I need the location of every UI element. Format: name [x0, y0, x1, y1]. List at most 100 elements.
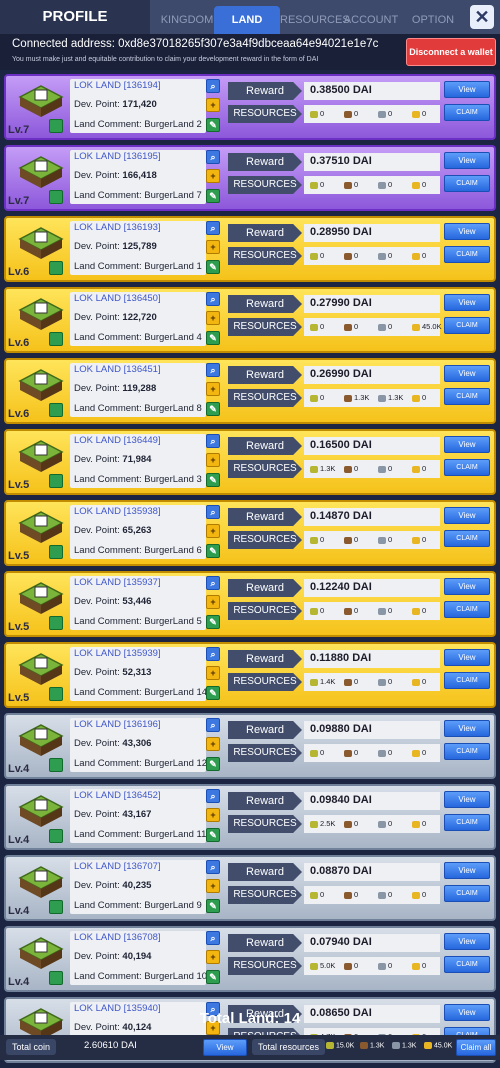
- view-button[interactable]: View: [444, 720, 490, 737]
- land-name-link[interactable]: LOK LAND [136708]: [74, 932, 161, 943]
- food-icon: [310, 607, 318, 615]
- land-name-link[interactable]: LOK LAND [135939]: [74, 648, 161, 659]
- res-gold: 0: [412, 748, 426, 757]
- resources-label: RESOURCES: [228, 531, 302, 549]
- claim-button[interactable]: CLAIM: [444, 601, 490, 618]
- tab-option[interactable]: OPTION: [404, 6, 462, 34]
- search-icon[interactable]: ⌕: [206, 647, 220, 661]
- land-name-link[interactable]: LOK LAND [135938]: [74, 506, 161, 517]
- edit-icon[interactable]: ✎: [206, 899, 220, 913]
- search-icon[interactable]: ⌕: [206, 79, 220, 93]
- view-button[interactable]: View: [444, 933, 490, 950]
- res-food: 0: [310, 890, 324, 899]
- close-icon[interactable]: ✕: [470, 5, 494, 29]
- tab-resources[interactable]: RESOURCES: [280, 6, 350, 34]
- search-icon[interactable]: ⌕: [206, 150, 220, 164]
- search-icon[interactable]: ⌕: [206, 860, 220, 874]
- view-button[interactable]: View: [444, 294, 490, 311]
- view-button[interactable]: View: [444, 507, 490, 524]
- plus-icon[interactable]: +: [206, 98, 220, 112]
- edit-icon[interactable]: ✎: [206, 828, 220, 842]
- claim-button[interactable]: CLAIM: [444, 885, 490, 902]
- view-button[interactable]: View: [444, 791, 490, 808]
- edit-icon[interactable]: ✎: [206, 402, 220, 416]
- land-name-link[interactable]: LOK LAND [136450]: [74, 293, 161, 304]
- land-level: Lv.5: [8, 479, 30, 491]
- footer-view-button[interactable]: View: [203, 1039, 247, 1056]
- view-button[interactable]: View: [444, 578, 490, 595]
- land-name-link[interactable]: LOK LAND [136194]: [74, 80, 161, 91]
- plus-icon[interactable]: +: [206, 595, 220, 609]
- plus-icon[interactable]: +: [206, 879, 220, 893]
- claim-all-button[interactable]: Claim all: [456, 1039, 496, 1056]
- view-button[interactable]: View: [444, 436, 490, 453]
- claim-button[interactable]: CLAIM: [444, 743, 490, 760]
- plus-icon[interactable]: +: [206, 524, 220, 538]
- search-icon[interactable]: ⌕: [206, 292, 220, 306]
- claim-button[interactable]: CLAIM: [444, 388, 490, 405]
- land-name-link[interactable]: LOK LAND [136452]: [74, 790, 161, 801]
- search-icon[interactable]: ⌕: [206, 363, 220, 377]
- search-icon[interactable]: ⌕: [206, 505, 220, 519]
- edit-icon[interactable]: ✎: [206, 615, 220, 629]
- search-icon[interactable]: ⌕: [206, 576, 220, 590]
- search-icon[interactable]: ⌕: [206, 434, 220, 448]
- res-gold-value: 0: [422, 677, 427, 686]
- edit-icon[interactable]: ✎: [206, 686, 220, 700]
- claim-button[interactable]: CLAIM: [444, 175, 490, 192]
- land-name-link[interactable]: LOK LAND [136195]: [74, 151, 161, 162]
- plus-icon[interactable]: +: [206, 240, 220, 254]
- edit-icon[interactable]: ✎: [206, 544, 220, 558]
- search-icon[interactable]: ⌕: [206, 789, 220, 803]
- stone-icon: [378, 962, 386, 970]
- claim-button[interactable]: CLAIM: [444, 317, 490, 334]
- plus-icon[interactable]: +: [206, 453, 220, 467]
- plus-icon[interactable]: +: [206, 666, 220, 680]
- dev-point-value: 43,306: [122, 738, 152, 749]
- view-button[interactable]: View: [444, 365, 490, 382]
- tab-account[interactable]: ACCOUNT: [342, 6, 400, 34]
- land-name-link[interactable]: LOK LAND [136196]: [74, 719, 161, 730]
- claim-button[interactable]: CLAIM: [444, 530, 490, 547]
- view-button[interactable]: View: [444, 223, 490, 240]
- view-button[interactable]: View: [444, 152, 490, 169]
- res-food: 5.0K: [310, 961, 335, 970]
- claim-button[interactable]: CLAIM: [444, 104, 490, 121]
- view-button[interactable]: View: [444, 862, 490, 879]
- claim-button[interactable]: CLAIM: [444, 956, 490, 973]
- land-name-link[interactable]: LOK LAND [136193]: [74, 222, 161, 233]
- view-button[interactable]: View: [444, 649, 490, 666]
- land-tile-icon: [18, 156, 64, 188]
- plus-icon[interactable]: +: [206, 950, 220, 964]
- edit-icon[interactable]: ✎: [206, 260, 220, 274]
- view-button[interactable]: View: [444, 81, 490, 98]
- land-name-link[interactable]: LOK LAND [135937]: [74, 577, 161, 588]
- search-icon[interactable]: ⌕: [206, 931, 220, 945]
- tab-kingdom[interactable]: KINGDOM: [155, 6, 219, 34]
- land-name-link[interactable]: LOK LAND [136449]: [74, 435, 161, 446]
- search-icon[interactable]: ⌕: [206, 221, 220, 235]
- edit-icon[interactable]: ✎: [206, 331, 220, 345]
- plus-icon[interactable]: +: [206, 382, 220, 396]
- disconnect-wallet-button[interactable]: Disconnect a wallet: [406, 38, 496, 66]
- total-gold: 45.0K: [424, 1042, 452, 1049]
- plus-icon[interactable]: +: [206, 808, 220, 822]
- claim-button[interactable]: CLAIM: [444, 814, 490, 831]
- claim-button[interactable]: CLAIM: [444, 246, 490, 263]
- edit-icon[interactable]: ✎: [206, 757, 220, 771]
- edit-icon[interactable]: ✎: [206, 189, 220, 203]
- tab-land[interactable]: LAND: [214, 6, 280, 34]
- plus-icon[interactable]: +: [206, 311, 220, 325]
- edit-icon[interactable]: ✎: [206, 118, 220, 132]
- edit-icon[interactable]: ✎: [206, 473, 220, 487]
- plus-icon[interactable]: +: [206, 169, 220, 183]
- edit-icon[interactable]: ✎: [206, 970, 220, 984]
- wood-icon: [344, 394, 352, 402]
- claim-button[interactable]: CLAIM: [444, 672, 490, 689]
- res-stone: 1.3K: [378, 393, 403, 402]
- search-icon[interactable]: ⌕: [206, 718, 220, 732]
- claim-button[interactable]: CLAIM: [444, 459, 490, 476]
- land-name-link[interactable]: LOK LAND [136707]: [74, 861, 161, 872]
- land-name-link[interactable]: LOK LAND [136451]: [74, 364, 161, 375]
- plus-icon[interactable]: +: [206, 737, 220, 751]
